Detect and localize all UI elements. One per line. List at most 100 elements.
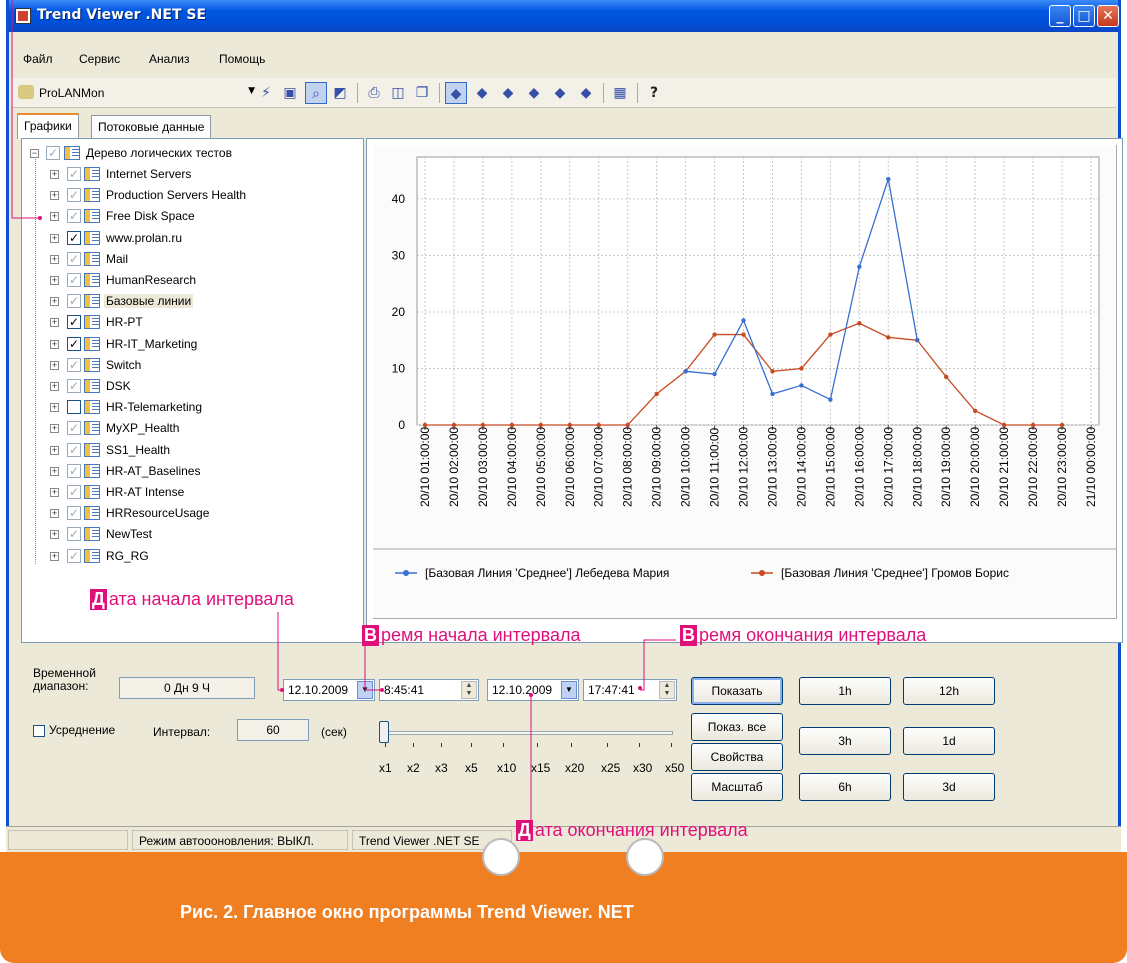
- range-3h-button[interactable]: 3h: [799, 727, 891, 755]
- minimize-button[interactable]: _: [1049, 5, 1071, 27]
- start-time-input[interactable]: 8:45:41 ▲ ▼: [379, 679, 479, 701]
- tree-item-checkbox[interactable]: ✓: [67, 421, 81, 436]
- connect-icon[interactable]: ⚡: [255, 82, 277, 104]
- tree-item[interactable]: + ✓ SS1_Health: [22, 440, 362, 461]
- chart-settings-icon[interactable]: ◩: [329, 82, 351, 104]
- trend-chart[interactable]: 20/10 01:00:00 20/10 02:00:00 20/10 03:00:…: [373, 145, 1117, 619]
- tree-root[interactable]: − ✓ Дерево логических тестов: [22, 143, 362, 164]
- tab-charts[interactable]: Графики: [17, 113, 79, 139]
- tree-item[interactable]: + ✓ HRResourceUsage: [22, 503, 362, 524]
- tree-item-checkbox[interactable]: [67, 400, 81, 415]
- collapse-icon[interactable]: −: [30, 149, 39, 158]
- expand-icon[interactable]: +: [50, 403, 59, 413]
- tree-item-checkbox[interactable]: ✓: [67, 379, 81, 393]
- range-1d-button[interactable]: 1d: [903, 727, 995, 755]
- expand-icon[interactable]: +: [50, 276, 59, 285]
- chevron-down-icon[interactable]: ▼: [248, 86, 255, 96]
- chevron-down-icon[interactable]: ▼: [357, 681, 373, 699]
- tree-item-checkbox[interactable]: ✓: [67, 251, 81, 266]
- marker-a-icon[interactable]: ◆: [445, 82, 467, 104]
- tree-item[interactable]: + ✓ HR-AT Intense: [22, 482, 362, 503]
- tree-item-checkbox[interactable]: ✓: [67, 548, 81, 563]
- slider-thumb[interactable]: [379, 721, 389, 743]
- tree-item[interactable]: + HR-Telemarketing: [22, 397, 362, 418]
- tree-item[interactable]: + ✓ RG_RG: [22, 546, 362, 567]
- tree-item-checkbox[interactable]: ✓: [67, 357, 81, 372]
- tree-item[interactable]: + ✓ NewTest: [22, 524, 362, 545]
- tree-item[interactable]: + ✓ DSK: [22, 376, 362, 397]
- expand-icon[interactable]: +: [50, 530, 59, 540]
- tree-item[interactable]: + ✓ HumanResearch: [22, 270, 362, 291]
- maximize-button[interactable]: □: [1073, 5, 1095, 27]
- show-button[interactable]: Показать: [691, 677, 783, 705]
- menu-help[interactable]: Помощь: [219, 52, 265, 66]
- scale-slider[interactable]: [379, 719, 679, 749]
- help-icon[interactable]: ?: [643, 82, 665, 104]
- marker-max-icon[interactable]: ◆: [497, 82, 519, 104]
- end-time-input[interactable]: 17:47:41 ▲ ▼: [583, 679, 677, 701]
- expand-icon[interactable]: +: [50, 254, 59, 264]
- tree-item-checkbox[interactable]: ✓: [67, 273, 81, 287]
- show-all-button[interactable]: Показ. все: [691, 713, 783, 741]
- range-3d-button[interactable]: 3d: [903, 773, 995, 801]
- interval-value[interactable]: 60: [237, 719, 309, 741]
- tree-item[interactable]: + ✓ HR-AT_Baselines: [22, 461, 362, 482]
- tree-item-checkbox[interactable]: ✓: [67, 294, 81, 309]
- averaging-checkbox[interactable]: Усреднение: [33, 723, 115, 737]
- tree-item[interactable]: + ✓ Production Servers Health: [22, 185, 362, 206]
- expand-icon[interactable]: +: [50, 466, 59, 476]
- tree-item-checkbox[interactable]: ✓: [67, 506, 81, 521]
- tree-item-checkbox[interactable]: ✓: [67, 442, 81, 457]
- menu-analysis[interactable]: Анализ: [149, 52, 190, 66]
- tree-item[interactable]: + ✓ Базовые линии: [22, 291, 362, 312]
- expand-icon[interactable]: +: [50, 360, 59, 370]
- tree-item[interactable]: + ✓ www.prolan.ru: [22, 228, 362, 249]
- tree-item[interactable]: + ✓ Mail: [22, 249, 362, 270]
- expand-icon[interactable]: +: [50, 339, 59, 349]
- tree-item[interactable]: + ✓ HR-PT: [22, 312, 362, 333]
- source-select[interactable]: ProLANMon ▼: [15, 83, 255, 103]
- tree-root-checkbox[interactable]: ✓: [46, 146, 60, 160]
- tab-stream-data[interactable]: Потоковые данные: [91, 115, 212, 139]
- marker-e-icon[interactable]: ◆: [549, 82, 571, 104]
- expand-icon[interactable]: +: [50, 318, 59, 328]
- end-time-spinner[interactable]: ▲ ▼: [659, 681, 675, 699]
- copy-icon[interactable]: ❐: [411, 82, 433, 104]
- print-icon[interactable]: ⎙: [363, 82, 385, 104]
- expand-icon[interactable]: +: [50, 233, 59, 243]
- tree-item-checkbox[interactable]: ✓: [67, 527, 81, 542]
- marker-s-icon[interactable]: ◆: [523, 82, 545, 104]
- tree-item[interactable]: + ✓ MyXP_Health: [22, 418, 362, 439]
- expand-icon[interactable]: +: [50, 424, 59, 434]
- expand-icon[interactable]: +: [50, 212, 59, 222]
- expand-icon[interactable]: +: [50, 297, 59, 307]
- tree-item-checkbox[interactable]: ✓: [67, 485, 81, 499]
- menu-file[interactable]: Файл: [23, 52, 53, 66]
- save-icon[interactable]: ▣: [279, 82, 301, 104]
- zoom-icon[interactable]: ⌕: [305, 82, 327, 104]
- range-1h-button[interactable]: 1h: [799, 677, 891, 705]
- expand-icon[interactable]: +: [50, 488, 59, 497]
- expand-icon[interactable]: +: [50, 191, 59, 201]
- scale-button[interactable]: Масштаб: [691, 773, 783, 801]
- tree-item-checkbox[interactable]: ✓: [67, 209, 81, 224]
- properties-button[interactable]: Свойства: [691, 743, 783, 771]
- start-date-picker[interactable]: 12.10.2009 ▼: [283, 679, 375, 701]
- expand-icon[interactable]: +: [50, 445, 59, 455]
- tree-item[interactable]: + ✓ Internet Servers: [22, 164, 362, 185]
- range-6h-button[interactable]: 6h: [799, 773, 891, 801]
- tree-item-checkbox[interactable]: ✓: [67, 463, 81, 478]
- tree-item-checkbox[interactable]: ✓: [67, 188, 81, 203]
- expand-icon[interactable]: +: [50, 170, 59, 179]
- tree-item-checkbox[interactable]: ✓: [67, 315, 81, 330]
- end-date-picker[interactable]: 12.10.2009 ▼: [487, 679, 579, 701]
- tree-item-checkbox[interactable]: ✓: [67, 230, 81, 245]
- calculator-icon[interactable]: ▦: [609, 82, 631, 104]
- menu-service[interactable]: Сервис: [79, 52, 120, 66]
- close-button[interactable]: ✕: [1097, 5, 1119, 27]
- expand-icon[interactable]: +: [50, 509, 59, 519]
- expand-icon[interactable]: +: [50, 382, 59, 391]
- print-preview-icon[interactable]: ◫: [387, 82, 409, 104]
- marker-m-icon[interactable]: ◆: [471, 82, 493, 104]
- tree-item[interactable]: + ✓ Switch: [22, 355, 362, 376]
